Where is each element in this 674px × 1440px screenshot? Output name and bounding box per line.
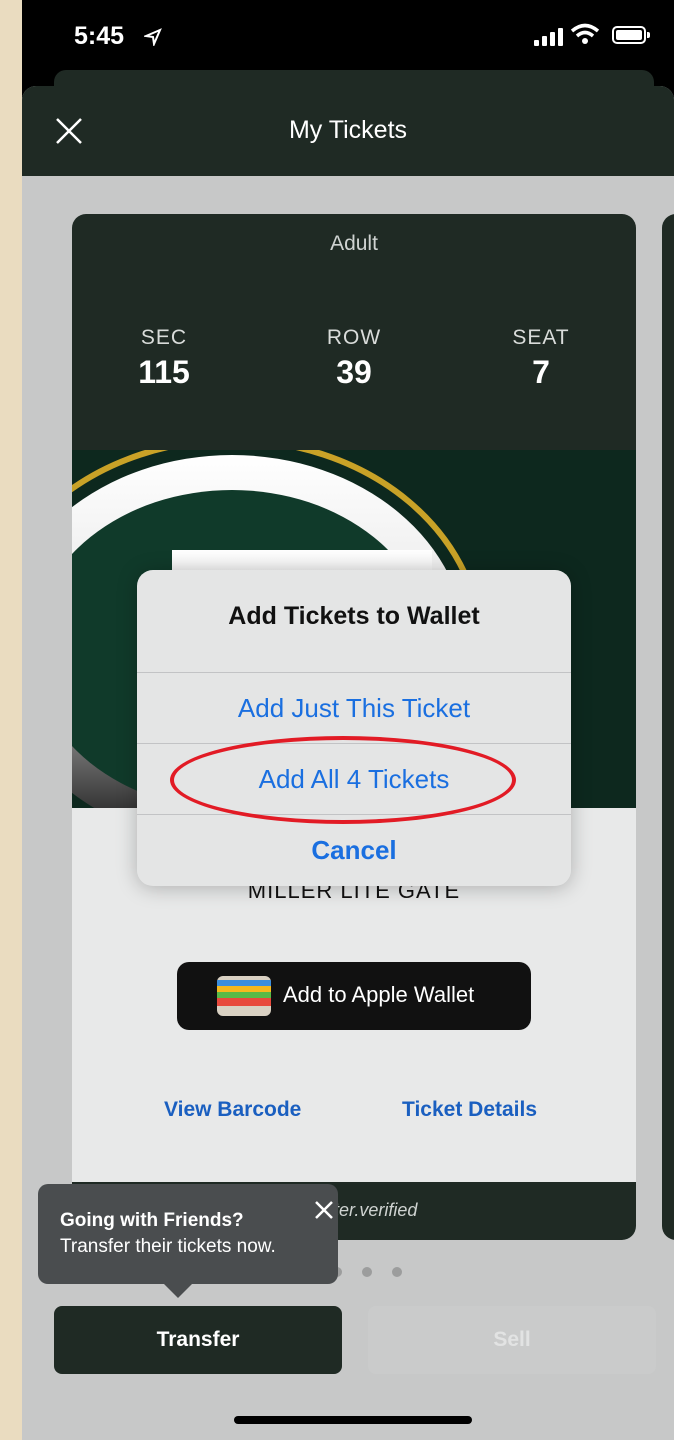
phone-screen: 5:45 My Tickets Adult SEC 115 ROW 39 SEA… (22, 0, 674, 1440)
seat-value: 7 (532, 354, 550, 390)
add-just-this-ticket-button[interactable]: Add Just This Ticket (137, 672, 571, 743)
section-value: 115 (138, 354, 190, 390)
row-value: 39 (336, 354, 372, 390)
page-dot (362, 1267, 372, 1277)
wifi-icon (570, 23, 600, 44)
wallet-icon (217, 976, 271, 1016)
location-arrow-icon (144, 28, 162, 46)
home-indicator[interactable] (234, 1416, 472, 1424)
wallet-button-label: Add to Apple Wallet (283, 982, 475, 1007)
ticket-type: Adult (330, 232, 378, 255)
row-label: ROW (326, 326, 382, 349)
status-bar: 5:45 (22, 0, 674, 72)
battery-icon (612, 26, 650, 44)
seat-label: SEAT (512, 326, 570, 349)
tooltip-body: Transfer their tickets now. (60, 1236, 276, 1257)
ticket-header: Adult SEC 115 ROW 39 SEAT 7 (72, 214, 636, 450)
row-info: ROW 39 (314, 326, 394, 391)
transfer-tooltip: Going with Friends? Transfer their ticke… (38, 1184, 338, 1298)
section-info: SEC 115 (124, 326, 204, 391)
add-tickets-alert: Add Tickets to Wallet Add Just This Tick… (137, 570, 571, 886)
view-barcode-link[interactable]: View Barcode (164, 1098, 301, 1122)
cancel-button[interactable]: Cancel (137, 814, 571, 885)
seat-info: SEAT 7 (496, 326, 586, 391)
annotation-circle (170, 736, 516, 824)
section-label: SEC (140, 326, 188, 349)
tooltip-title: Going with Friends? (60, 1210, 244, 1231)
page-title: My Tickets (288, 116, 408, 144)
ticket-details-link[interactable]: Ticket Details (402, 1098, 537, 1122)
next-ticket-card[interactable] (662, 214, 674, 1240)
page-dot (392, 1267, 402, 1277)
sell-button[interactable]: Sell (368, 1306, 656, 1374)
alert-title: Add Tickets to Wallet (228, 602, 480, 630)
tooltip-close-icon[interactable] (312, 1198, 336, 1222)
transfer-button[interactable]: Transfer (54, 1306, 342, 1374)
status-time: 5:45 (74, 22, 125, 50)
header-bar: My Tickets (22, 86, 674, 176)
add-to-apple-wallet-button[interactable]: Add to Apple Wallet (177, 962, 531, 1030)
cellular-signal-icon (534, 26, 564, 46)
